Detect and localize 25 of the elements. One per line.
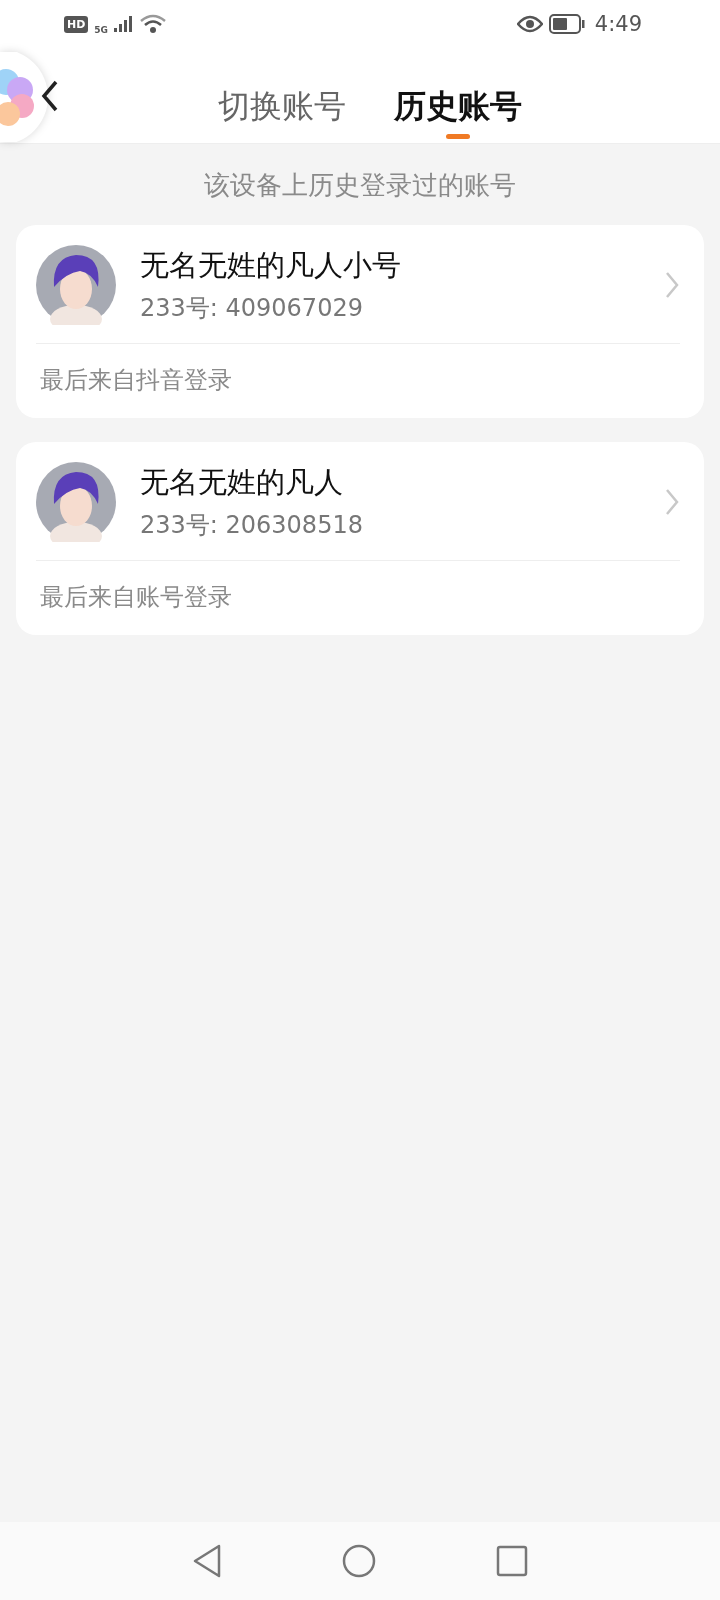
account-card[interactable]: 无名无姓的凡人 233号: 206308518 最后来自账号登录 — [16, 442, 704, 635]
account-name: 无名无姓的凡人 — [140, 464, 344, 501]
tab[interactable]: 历史账号 — [394, 48, 522, 143]
account-id: 233号: 409067029 — [140, 293, 364, 324]
login-source: 最后来自账号登录 — [39, 582, 233, 613]
home-nav-icon[interactable] — [342, 1544, 376, 1578]
account-name: 无名无姓的凡人小号 — [140, 247, 402, 284]
avatar-icon — [36, 245, 116, 325]
chevron-right-icon — [664, 488, 680, 516]
network-type: 5G — [94, 25, 108, 35]
account-card[interactable]: 无名无姓的凡人小号 233号: 409067029 最后来自抖音登录 — [16, 225, 704, 418]
account-id: 233号: 206308518 — [140, 510, 364, 541]
clock-time: 4:49 — [594, 12, 642, 36]
back-nav-icon[interactable] — [192, 1544, 222, 1578]
tab[interactable]: 切换账号 — [218, 48, 346, 143]
hd-icon: HD — [64, 15, 89, 33]
signal-icon — [114, 16, 134, 32]
avatar-icon — [36, 462, 116, 542]
battery-icon — [548, 14, 585, 34]
chevron-right-icon — [664, 271, 680, 299]
section-subtitle: 该设备上历史登录过的账号 — [203, 169, 517, 202]
wifi-icon — [140, 14, 166, 34]
eye-icon — [516, 15, 543, 33]
login-source: 最后来自抖音登录 — [39, 365, 233, 396]
recents-nav-icon[interactable] — [496, 1545, 528, 1577]
